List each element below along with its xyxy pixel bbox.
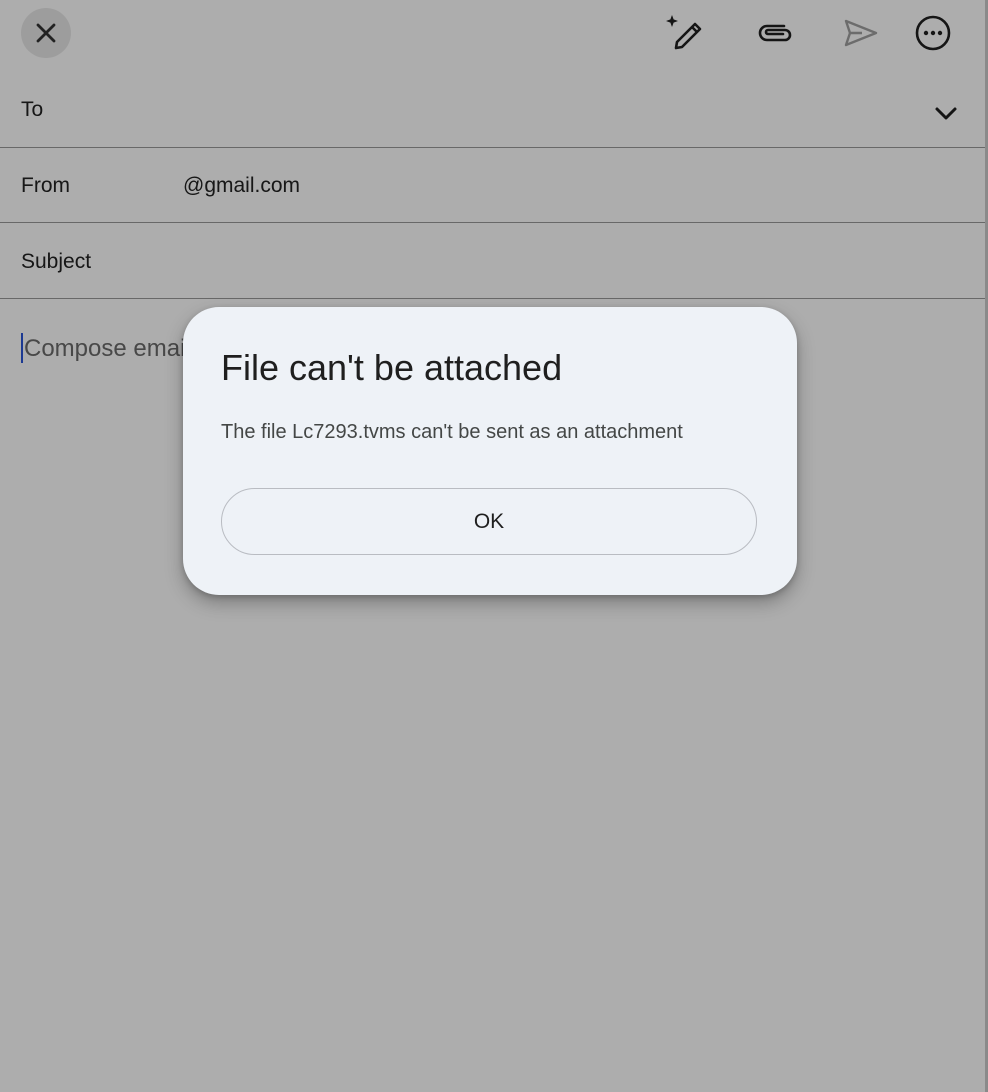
ok-button[interactable]: OK	[221, 488, 757, 555]
dialog-title: File can't be attached	[221, 347, 563, 388]
compose-screen: To From @gmail.com Subject Compose email…	[0, 0, 988, 1092]
dialog-message: The file Lc7293.tvms can't be sent as an…	[221, 421, 683, 443]
error-dialog: File can't be attached The file Lc7293.t…	[183, 307, 797, 595]
